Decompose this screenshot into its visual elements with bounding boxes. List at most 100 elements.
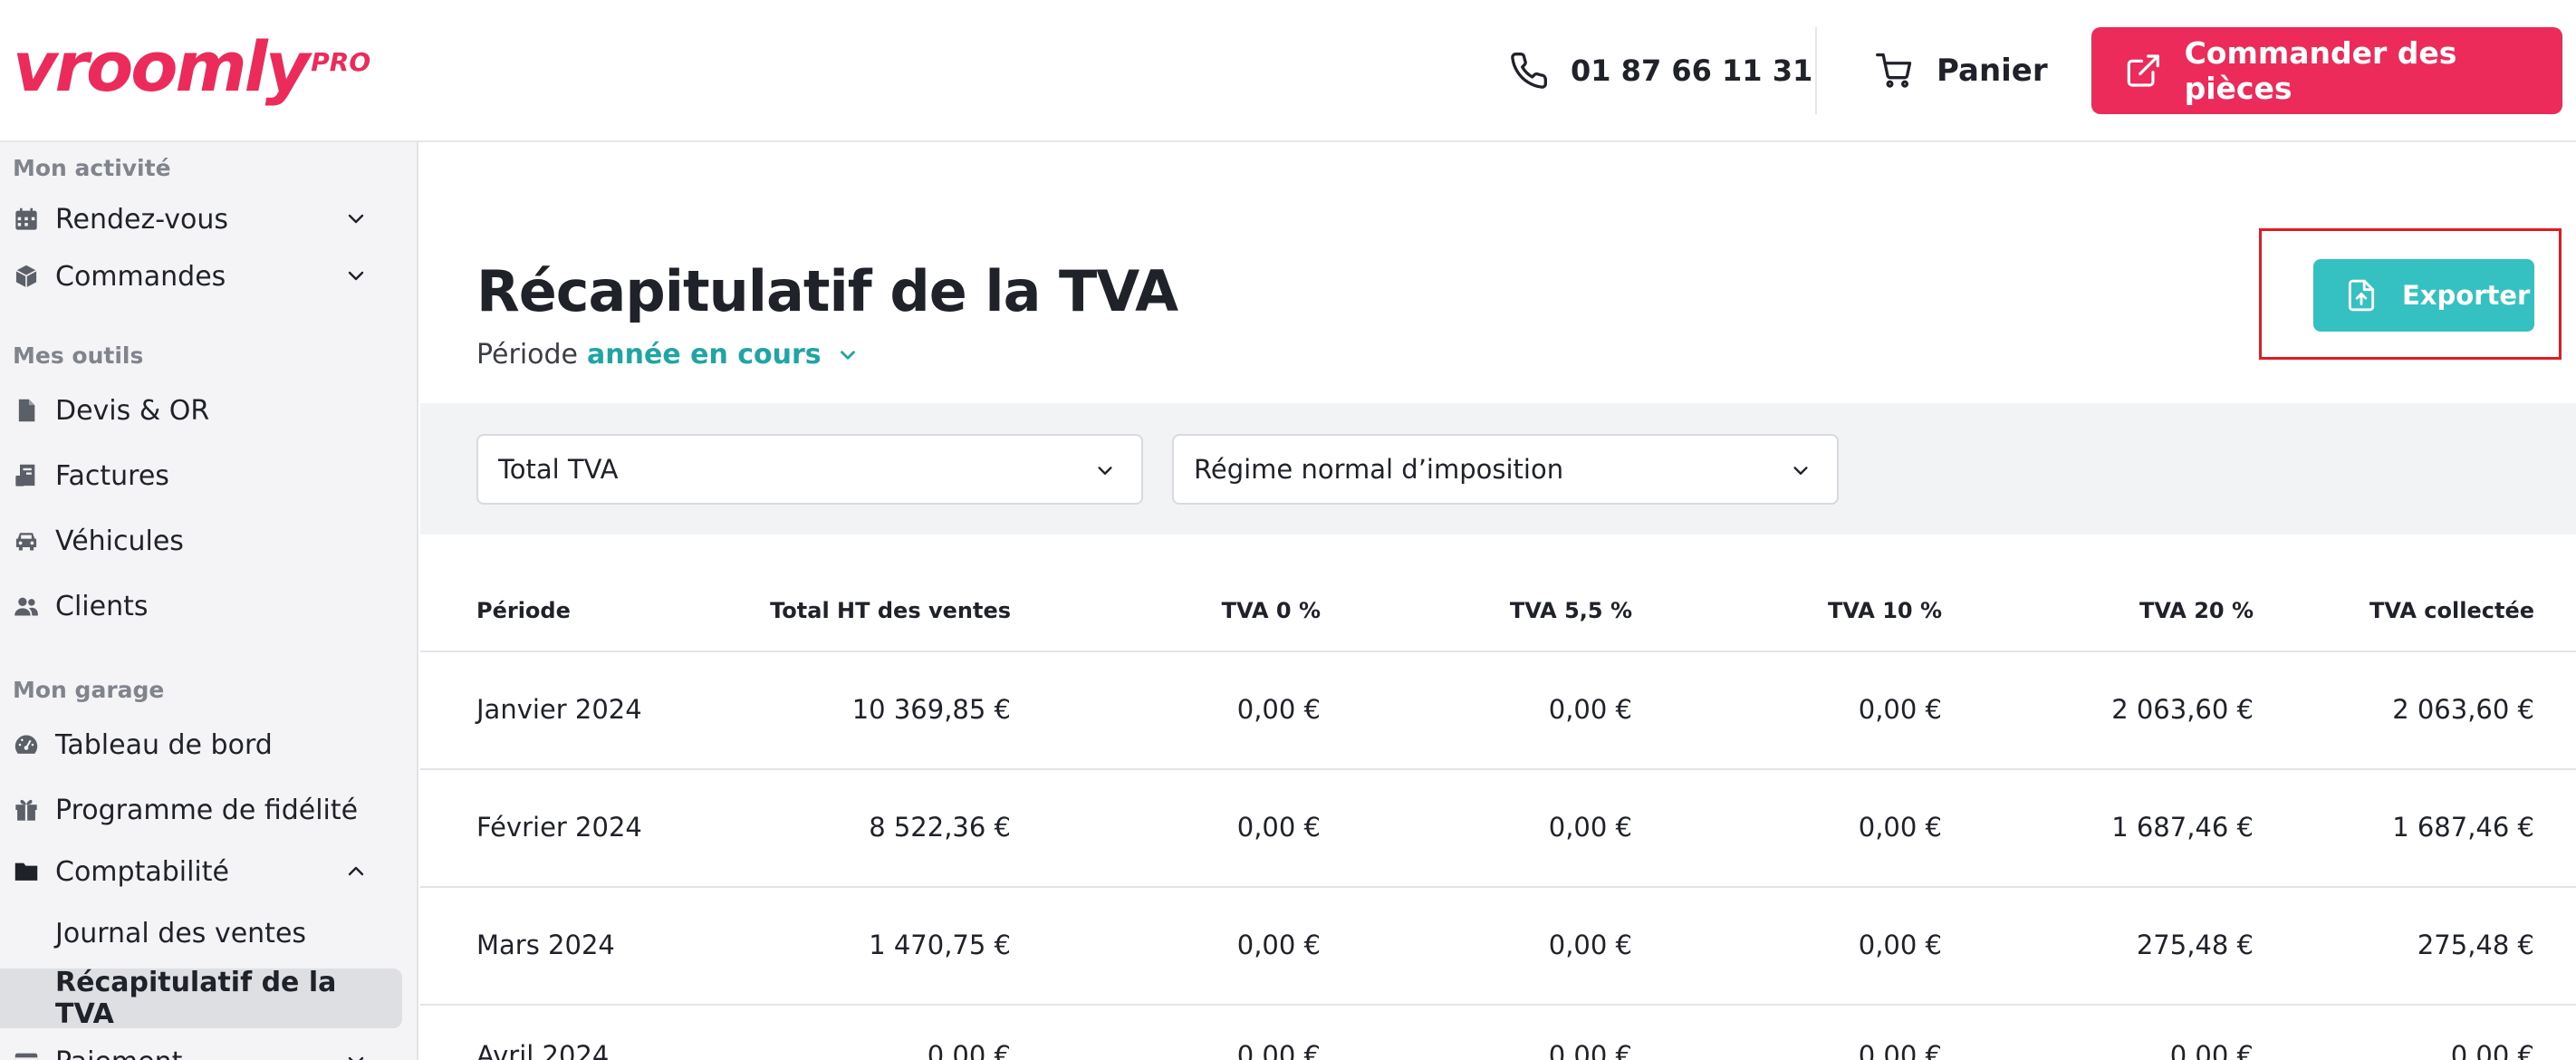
cell-tva-10: 0,00 € — [1858, 1040, 1942, 1060]
sidebar-label-tableau: Tableau de bord — [55, 728, 273, 761]
tax-regime-value: Régime normal d’imposition — [1194, 454, 1564, 485]
car-icon — [15, 533, 37, 551]
sidebar-label-recap: Récapitulatif de la TVA — [55, 967, 337, 1030]
cell-tva-10: 0,00 € — [1858, 930, 1942, 960]
tva-type-select[interactable]: Total TVA — [476, 434, 1143, 505]
header-divider — [1815, 27, 1817, 114]
cell-tva-collectee: 275,48 € — [2417, 930, 2534, 960]
sidebar-subitem-recap-tva[interactable]: Récapitulatif de la TVA — [0, 967, 402, 1030]
sidebar-label-commandes: Commandes — [55, 260, 226, 293]
chevron-down-icon — [1793, 467, 1808, 475]
cart-icon — [1876, 53, 1912, 88]
column-header-tva-10: TVA 10 % — [1827, 598, 1942, 623]
cell-tva-5-5: 0,00 € — [1548, 1040, 1632, 1060]
cell-total-ht: 8 522,36 € — [869, 812, 1011, 843]
section-mes-outils: Mes outils — [13, 342, 144, 369]
cell-tva-0: 0,00 € — [1236, 694, 1321, 725]
cell-total-ht: 10 369,85 € — [851, 694, 1011, 725]
cell-total-ht: 1 470,75 € — [869, 930, 1011, 960]
order-parts-label: Commander des pièces — [2184, 35, 2457, 106]
order-parts-button[interactable]: Commander des pièces — [2091, 27, 2562, 114]
document-icon — [18, 399, 35, 422]
sidebar-item-paiement[interactable]: Paiement — [0, 1035, 402, 1060]
row-divider — [420, 886, 2576, 888]
invoice-icon — [15, 464, 35, 487]
sidebar-label-journal: Journal des ventes — [55, 917, 307, 949]
dashboard-gauge-icon — [14, 735, 38, 754]
cell-periode: Janvier 2024 — [476, 694, 642, 725]
sidebar-label-fidelite: Programme de fidélité — [55, 794, 359, 826]
tax-regime-select[interactable]: Régime normal d’imposition — [1172, 434, 1839, 505]
vroomly-pro-logo[interactable]: vroomly PRO — [13, 31, 370, 103]
period-label: Période — [476, 339, 579, 371]
cell-tva-collectee: 2 063,60 € — [2392, 694, 2534, 725]
row-divider — [420, 1004, 2576, 1006]
chevron-down-icon — [348, 1056, 364, 1060]
period-value[interactable]: année en cours — [587, 339, 822, 371]
cell-periode: Février 2024 — [476, 812, 642, 843]
external-link-icon — [2127, 54, 2159, 87]
sidebar-subitem-journal[interactable]: Journal des ventes — [0, 903, 402, 963]
cell-total-ht: 0,00 € — [927, 1040, 1011, 1060]
top-bar: vroomly PRO 01 87 66 11 31 Panier Comman… — [0, 0, 2576, 142]
row-divider — [420, 768, 2576, 770]
sidebar-label-devis: Devis & OR — [55, 394, 210, 427]
phone-contact[interactable]: 01 87 66 11 31 — [1509, 45, 1812, 96]
sidebar-label-comptabilite: Comptabilité — [55, 855, 229, 888]
cart-label: Panier — [1937, 53, 2048, 89]
column-header-total-ht: Total HT des ventes — [770, 598, 1011, 623]
logo-badge: PRO — [311, 47, 371, 77]
sidebar-item-clients[interactable]: Clients — [0, 579, 402, 633]
cell-tva-5-5: 0,00 € — [1548, 694, 1632, 725]
section-mon-garage: Mon garage — [13, 677, 165, 703]
page-title: Récapitulatif de la TVA — [476, 258, 1178, 324]
sidebar-item-commandes[interactable]: Commandes — [0, 249, 402, 304]
chevron-down-icon — [840, 350, 855, 360]
cell-tva-10: 0,00 € — [1858, 812, 1942, 843]
cell-tva-0: 0,00 € — [1236, 930, 1321, 960]
period-selector[interactable]: Période année en cours — [476, 339, 860, 371]
export-label: Exporter — [2402, 280, 2531, 311]
cell-tva-collectee: 1 687,46 € — [2392, 812, 2534, 843]
column-header-tva-20: TVA 20 % — [2139, 598, 2254, 623]
column-header-periode: Période — [476, 598, 571, 623]
column-header-tva-5-5: TVA 5,5 % — [1509, 598, 1632, 623]
cart-link[interactable]: Panier — [1875, 45, 2048, 96]
chevron-down-icon — [348, 214, 364, 224]
sidebar-item-rendezvous[interactable]: Rendez-vous — [0, 192, 402, 246]
cell-tva-5-5: 0,00 € — [1548, 812, 1632, 843]
chevron-down-icon — [348, 271, 364, 281]
cell-tva-collectee: 0,00 € — [2450, 1040, 2534, 1060]
sidebar-label-paiement: Paiement — [55, 1046, 182, 1060]
sidebar-item-comptabilite[interactable]: Comptabilité — [0, 844, 402, 899]
sidebar-item-fidelite[interactable]: Programme de fidélité — [0, 783, 402, 837]
cell-tva-20: 2 063,60 € — [2111, 694, 2254, 725]
folder-icon — [14, 862, 38, 881]
sidebar-label-clients: Clients — [55, 590, 149, 622]
credit-card-icon — [14, 1053, 38, 1060]
sidebar-item-tableau[interactable]: Tableau de bord — [0, 718, 402, 772]
sidebar-label-factures: Factures — [55, 459, 169, 492]
cell-tva-0: 0,00 € — [1236, 1040, 1321, 1060]
sidebar-item-vehicules[interactable]: Véhicules — [0, 514, 402, 568]
sidebar-item-factures[interactable]: Factures — [0, 448, 402, 503]
sidebar-item-devis[interactable]: Devis & OR — [0, 383, 402, 438]
calendar-icon — [15, 207, 37, 230]
sidebar-label-rendezvous: Rendez-vous — [55, 203, 228, 236]
logo-text: vroomly — [13, 26, 310, 107]
cell-periode: Mars 2024 — [476, 930, 615, 960]
tva-type-value: Total TVA — [498, 454, 619, 485]
row-divider — [420, 650, 2576, 652]
column-header-tva-collectee: TVA collectée — [2369, 598, 2534, 623]
cell-tva-5-5: 0,00 € — [1548, 930, 1632, 960]
cell-tva-20: 1 687,46 € — [2111, 812, 2254, 843]
sidebar-label-vehicules: Véhicules — [55, 525, 184, 557]
cell-tva-20: 0,00 € — [2169, 1040, 2254, 1060]
cell-tva-0: 0,00 € — [1236, 812, 1321, 843]
box-icon — [15, 265, 37, 288]
chevron-up-icon — [348, 866, 364, 876]
file-upload-icon — [2348, 279, 2375, 312]
cell-periode: Avril 2024 — [476, 1040, 610, 1060]
export-button[interactable]: Exporter — [2313, 259, 2534, 332]
cell-tva-20: 275,48 € — [2136, 930, 2254, 960]
